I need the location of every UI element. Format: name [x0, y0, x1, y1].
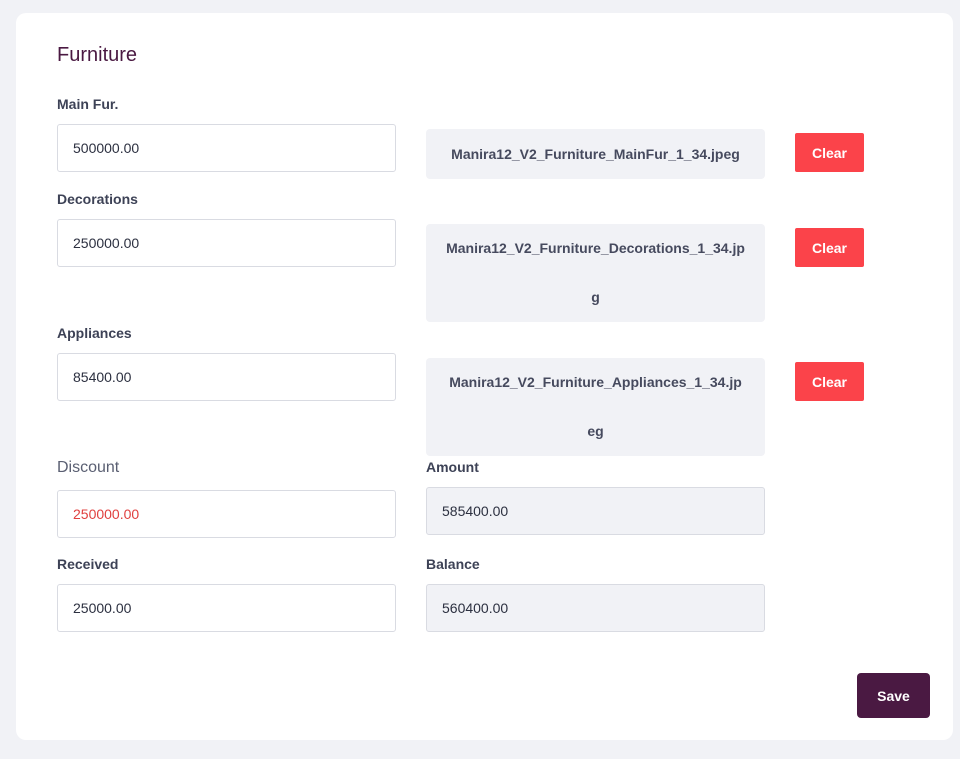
amount-field [426, 487, 765, 535]
appliances-file-name: Manira12_V2_Furniture_Appliances_1_34.jp… [426, 358, 765, 456]
decorations-clear-button[interactable]: Clear [795, 228, 864, 267]
appliances-clear-button[interactable]: Clear [795, 362, 864, 401]
main-fur-clear-button[interactable]: Clear [795, 133, 864, 172]
decorations-file-name: Manira12_V2_Furniture_Decorations_1_34.j… [426, 224, 765, 322]
balance-label: Balance [426, 556, 480, 572]
save-button[interactable]: Save [857, 673, 930, 718]
amount-label: Amount [426, 459, 479, 475]
decorations-label: Decorations [57, 191, 138, 207]
section-title: Furniture [57, 44, 138, 66]
received-input[interactable] [57, 584, 396, 632]
discount-label: Discount [57, 459, 120, 476]
main-fur-label: Main Fur. [57, 96, 119, 112]
decorations-input[interactable] [57, 219, 396, 267]
received-label: Received [57, 556, 119, 572]
discount-input[interactable] [57, 490, 396, 538]
balance-field [426, 584, 765, 632]
main-fur-file-name: Manira12_V2_Furniture_MainFur_1_34.jpeg [426, 129, 765, 179]
main-fur-input[interactable] [57, 124, 396, 172]
appliances-input[interactable] [57, 353, 396, 401]
appliances-label: Appliances [57, 325, 132, 341]
